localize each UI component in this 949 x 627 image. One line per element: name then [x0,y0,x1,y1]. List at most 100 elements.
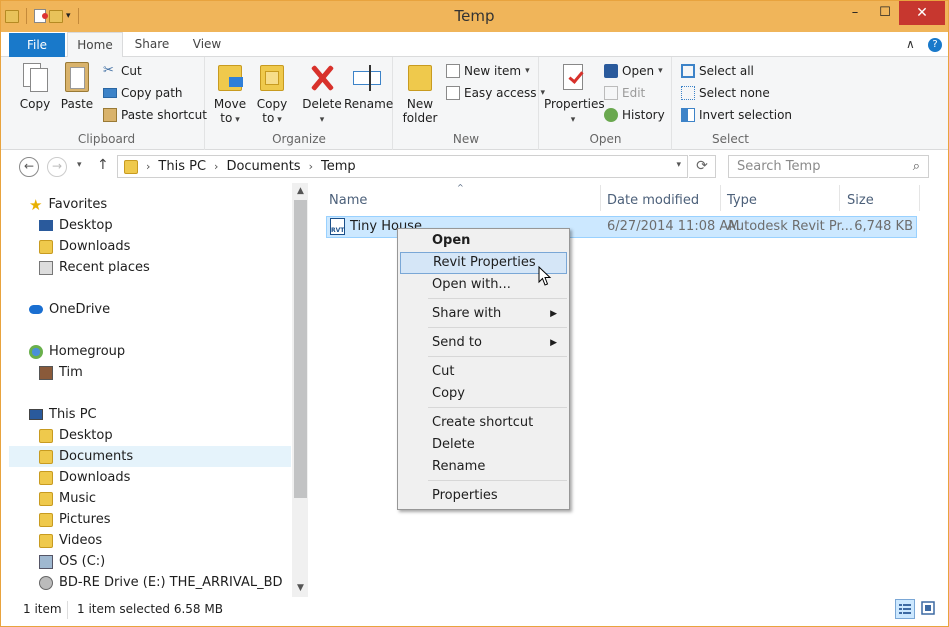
nav-bd-drive[interactable]: BD-RE Drive (E:) THE_ARRIVAL_BD [39,572,283,593]
breadcrumb-documents[interactable]: Documents [226,159,300,174]
menu-separator [428,407,567,408]
avatar [39,365,53,380]
nav-os-drive[interactable]: OS (C:) [39,551,105,572]
address-history-icon[interactable]: ▾ [676,160,681,170]
details-view-button[interactable] [895,599,915,619]
breadcrumb-temp[interactable]: Temp [321,159,356,174]
tab-share[interactable]: Share [127,32,177,57]
copy-path-icon [103,88,117,98]
column-header-date[interactable]: Date modified [607,189,699,211]
nav-this-pc[interactable]: This PC [29,404,97,425]
copy-path-button[interactable]: Copy path [103,83,183,103]
revit-app-icon [604,64,618,78]
column-header-name[interactable]: Name [329,189,367,211]
paste-shortcut-icon [103,108,117,122]
nav-desktop[interactable]: Desktop [39,215,113,236]
new-item-button[interactable]: New item ▾ [446,61,530,81]
column-header-type[interactable]: Type [727,189,757,211]
refresh-button[interactable]: ⟳ [689,155,716,178]
move-to-button[interactable]: Move to ▾ [212,61,248,125]
nav-homegroup[interactable]: Homegroup [29,341,125,362]
menu-item-copy[interactable]: Copy [400,383,567,405]
nav-tim[interactable]: Tim [39,362,83,383]
easy-access-icon [446,86,460,100]
help-icon[interactable]: ? [928,38,942,52]
scroll-up-icon[interactable]: ▲ [292,183,308,200]
tab-view[interactable]: View [181,32,233,57]
close-button[interactable]: ✕ [899,1,945,25]
new-folder-button[interactable]: New folder [400,61,440,125]
nav-downloads[interactable]: Downloads [39,236,130,257]
column-separator[interactable] [600,185,601,211]
copy-to-icon [257,61,287,93]
folder-icon [39,449,53,464]
nav-scrollbar[interactable]: ▲ ▼ [292,183,308,597]
file-date: 6/27/2014 11:08 AM [607,219,740,234]
organize-group-label: Organize [272,132,326,146]
menu-item-share-with[interactable]: Share with ▶ [400,303,567,325]
breadcrumb-this-pc[interactable]: This PC [158,159,206,174]
menu-item-send-to[interactable]: Send to ▶ [400,332,567,354]
invert-selection-button[interactable]: Invert selection [681,105,792,125]
column-header-size[interactable]: Size [847,189,874,211]
explorer-window: ▾ Temp – ☐ ✕ File Home Share View ∧ ? Co… [0,0,949,627]
organize-group: Move to ▾ Copy to ▾ Delete ▾ Rename Organiz… [206,57,393,150]
invert-selection-icon [681,108,695,122]
address-bar[interactable]: › This PC › Documents › Temp ▾ [117,155,688,178]
history-button[interactable]: History [604,105,665,125]
back-button[interactable]: ← [19,157,39,177]
tab-home[interactable]: Home [67,32,123,58]
forward-button[interactable]: → [47,157,67,177]
clipboard-group: Copy Paste ✂ Cut Copy path Paste shortcut… [9,57,207,150]
maximize-button[interactable]: ☐ [870,1,900,23]
music-folder-icon [39,491,53,506]
homegroup-icon [29,344,43,359]
column-separator[interactable] [720,185,721,211]
copy-to-button[interactable]: Copy to ▾ [254,61,290,125]
nav-onedrive[interactable]: OneDrive [29,299,110,320]
dropdown-arrow-icon: ▾ [319,115,325,125]
menu-item-rename[interactable]: Rename [400,456,567,478]
menu-item-open[interactable]: Open [400,230,567,252]
easy-access-button[interactable]: Easy access ▾ [446,83,545,103]
select-none-button[interactable]: Select none [681,83,770,103]
nav-pc-pictures[interactable]: Pictures [39,509,110,530]
edit-icon [604,86,618,100]
nav-recent-places[interactable]: Recent places [39,257,150,278]
tab-file[interactable]: File [9,33,65,57]
scroll-down-icon[interactable]: ▼ [292,580,308,597]
edit-button[interactable]: Edit [604,83,645,103]
large-icons-view-button[interactable] [919,599,939,619]
copy-button[interactable]: Copy [15,61,55,111]
delete-icon [307,61,337,93]
minimize-button[interactable]: – [840,1,870,23]
nav-pc-music[interactable]: Music [39,488,96,509]
scrollbar-thumb[interactable] [294,200,307,498]
title-bar: ▾ Temp – ☐ ✕ [1,1,948,32]
nav-pc-downloads[interactable]: Downloads [39,467,130,488]
rename-button[interactable]: Rename [344,61,393,111]
nav-favorites[interactable]: ★ Favorites [29,194,107,215]
recent-locations-icon[interactable]: ▾ [77,160,82,170]
nav-pc-documents[interactable]: Documents [9,446,291,467]
menu-item-properties[interactable]: Properties [400,485,567,507]
column-separator[interactable] [919,185,920,211]
nav-pc-videos[interactable]: Videos [39,530,102,551]
search-input[interactable]: Search Temp ⌕ [728,155,929,178]
select-all-button[interactable]: Select all [681,61,754,81]
properties-button[interactable]: Properties ▾ [544,61,605,125]
paste-shortcut-button[interactable]: Paste shortcut [103,105,207,125]
column-separator[interactable] [839,185,840,211]
delete-button[interactable]: Delete ▾ [302,61,342,125]
menu-item-delete[interactable]: Delete [400,434,567,456]
computer-icon [29,409,43,420]
menu-item-create-shortcut[interactable]: Create shortcut [400,412,567,434]
menu-item-cut[interactable]: Cut [400,361,567,383]
open-button[interactable]: Open ▾ [604,61,663,81]
collapse-ribbon-icon[interactable]: ∧ [906,37,915,51]
up-button[interactable]: ↑ [97,157,109,173]
paste-button[interactable]: Paste [59,61,95,111]
cut-button[interactable]: ✂ Cut [103,61,142,81]
nav-pc-desktop[interactable]: Desktop [39,425,113,446]
select-group: Select all Select none Invert selection … [673,57,792,150]
